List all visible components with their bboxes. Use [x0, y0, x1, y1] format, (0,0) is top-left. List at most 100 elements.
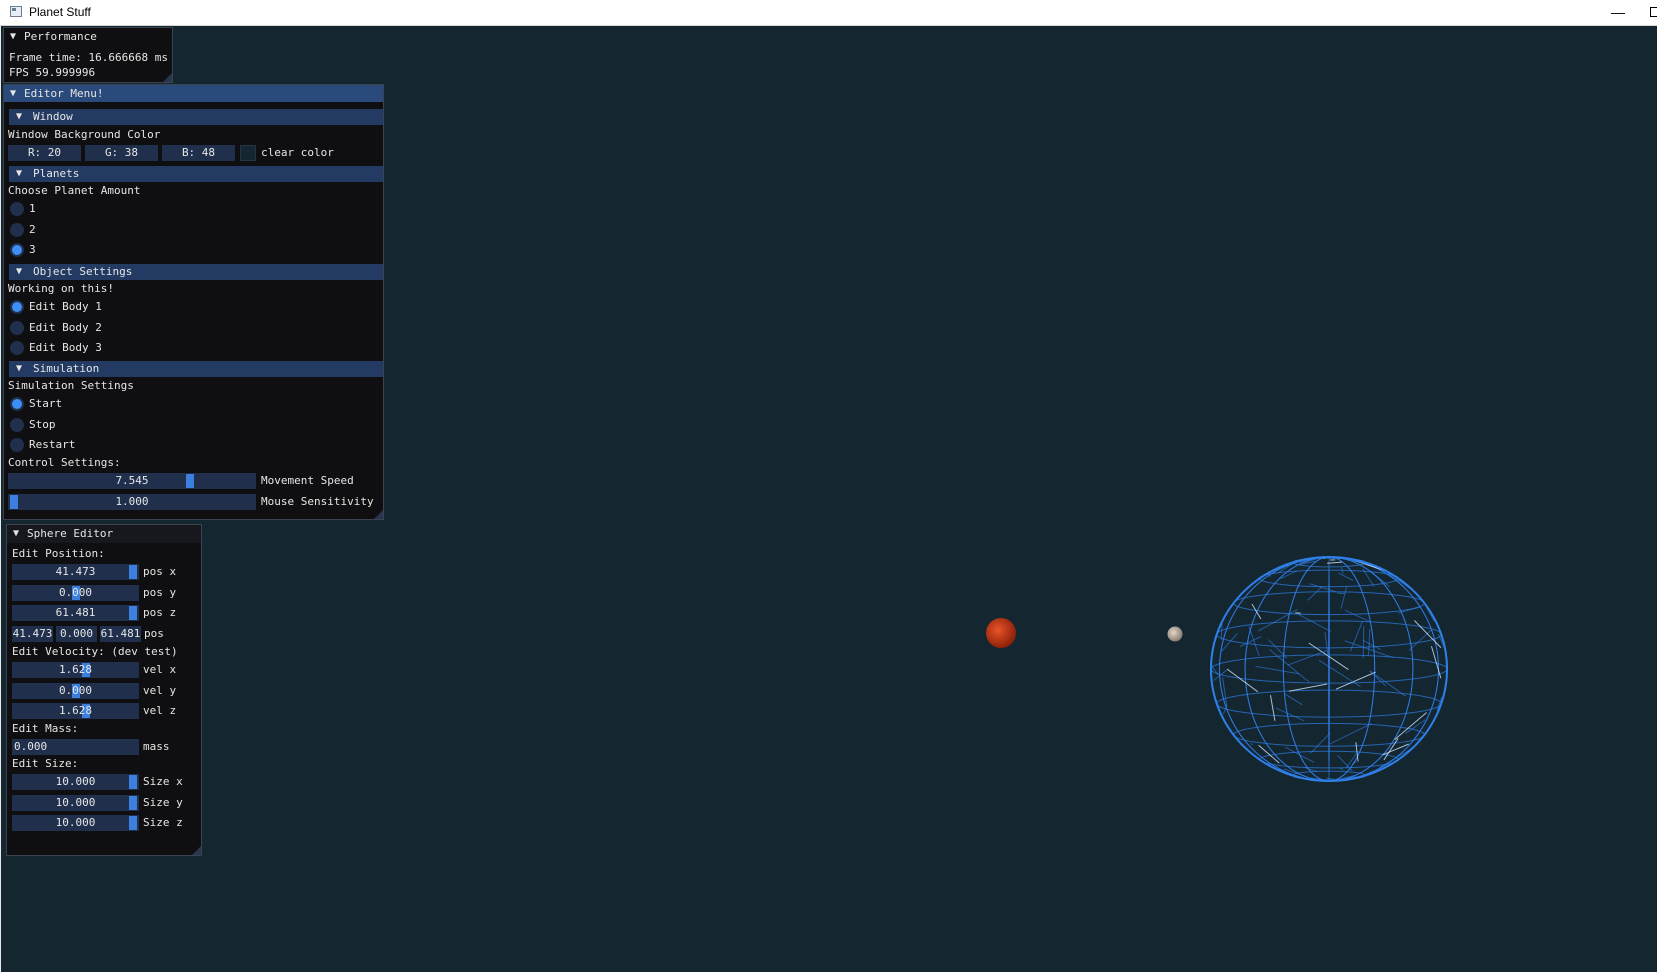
frame-time-text: Frame time: 16.666668 ms [9, 51, 168, 64]
planet-amount-radio-3[interactable] [10, 243, 24, 257]
size-z-label: Size z [143, 816, 183, 829]
size-x-label: Size x [143, 775, 183, 788]
vel-z-slider[interactable]: 1.628 [12, 703, 139, 719]
slider-grab[interactable] [10, 495, 18, 509]
editor-menu-header[interactable]: ▼ Editor Menu! [4, 85, 383, 102]
color-g-value: G: 38 [104, 146, 139, 159]
slider-grab[interactable] [186, 474, 194, 488]
color-b-input[interactable]: B: 48 [162, 145, 235, 161]
slider-grab[interactable] [129, 775, 137, 789]
edit-body-3-label: Edit Body 3 [29, 341, 102, 354]
section-planets-title: Planets [33, 167, 80, 180]
collapse-arrow-icon[interactable]: ▼ [10, 28, 16, 45]
color-r-value: R: 20 [27, 146, 62, 159]
edit-body-1-radio[interactable] [10, 300, 24, 314]
planet-amount-option-3: 3 [29, 243, 36, 256]
planet-amount-radio-1[interactable] [10, 202, 24, 216]
size-x-slider[interactable]: 10.000 [12, 774, 139, 790]
section-simulation[interactable]: ▼ Simulation [9, 361, 383, 377]
performance-title: Performance [24, 30, 97, 43]
edit-body-1-label: Edit Body 1 [29, 300, 102, 313]
sim-restart-radio[interactable] [10, 438, 24, 452]
clear-color-label: clear color [261, 146, 334, 159]
planet-amount-option-1: 1 [29, 202, 36, 215]
size-y-slider[interactable]: 10.000 [12, 795, 139, 811]
sphere-editor-header[interactable]: ▼ Sphere Editor [7, 525, 201, 543]
vel-z-value: 1.628 [58, 704, 93, 717]
pos-vec-y-input[interactable]: 0.000 [56, 626, 97, 642]
collapse-arrow-icon[interactable]: ▼ [10, 85, 16, 102]
resize-grip[interactable] [192, 846, 201, 855]
section-planets[interactable]: ▼ Planets [9, 166, 383, 182]
bg-color-label: Window Background Color [8, 128, 161, 141]
color-g-input[interactable]: G: 38 [85, 145, 158, 161]
sim-stop-label: Stop [29, 418, 56, 431]
sim-start-radio[interactable] [10, 397, 24, 411]
pos-x-value: 41.473 [55, 565, 96, 578]
resize-grip[interactable] [163, 73, 172, 82]
collapse-arrow-icon[interactable]: ▼ [16, 264, 22, 280]
editor-menu-title: Editor Menu! [24, 87, 104, 100]
size-z-slider[interactable]: 10.000 [12, 815, 139, 831]
pos-z-value: 61.481 [55, 606, 96, 619]
pos-vec-y-value: 0.000 [59, 627, 94, 640]
pos-vec-z-input[interactable]: 61.481 [100, 626, 141, 642]
mouse-sensitivity-label: Mouse Sensitivity [261, 495, 374, 508]
title-bar: Planet Stuff — [0, 0, 1657, 26]
edit-size-label: Edit Size: [12, 757, 79, 770]
planet-amount-radio-2[interactable] [10, 223, 24, 237]
movement-speed-slider[interactable]: 7.545 [8, 473, 256, 489]
slider-grab[interactable] [129, 796, 137, 810]
sim-stop-radio[interactable] [10, 418, 24, 432]
resize-grip[interactable] [374, 510, 383, 519]
editor-menu-window[interactable]: ▼ Editor Menu! ▼ Window Window Backgroun… [3, 84, 384, 520]
pos-vec-z-value: 61.481 [100, 627, 141, 640]
control-settings-label: Control Settings: [8, 456, 121, 469]
edit-mass-label: Edit Mass: [12, 722, 79, 735]
section-window[interactable]: ▼ Window [9, 109, 383, 125]
window-title: Planet Stuff [29, 5, 91, 19]
pos-vec-x-value: 41.473 [12, 627, 53, 640]
vel-y-label: vel y [143, 684, 177, 697]
pos-vec-x-input[interactable]: 41.473 [12, 626, 53, 642]
minimize-button[interactable]: — [1600, 0, 1636, 26]
pos-x-label: pos x [143, 565, 177, 578]
section-object-settings[interactable]: ▼ Object Settings [9, 264, 383, 280]
pos-x-slider[interactable]: 41.473 [12, 564, 139, 580]
maximize-button[interactable] [1650, 7, 1657, 17]
collapse-arrow-icon[interactable]: ▼ [16, 361, 22, 377]
mass-value: 0.000 [14, 740, 48, 753]
planet-amount-label: Choose Planet Amount [8, 184, 141, 197]
edit-position-label: Edit Position: [12, 547, 105, 560]
performance-window[interactable]: ▼ Performance Frame time: 16.666668 ms F… [3, 27, 173, 83]
performance-header[interactable]: ▼ Performance [4, 28, 172, 45]
mass-label: mass [143, 740, 170, 753]
mouse-sensitivity-slider[interactable]: 1.000 [8, 494, 256, 510]
pos-y-slider[interactable]: 0.000 [12, 585, 139, 601]
size-y-label: Size y [143, 796, 183, 809]
slider-grab[interactable] [129, 816, 137, 830]
edit-body-2-radio[interactable] [10, 321, 24, 335]
slider-grab[interactable] [129, 565, 137, 579]
section-simulation-title: Simulation [33, 362, 100, 375]
sphere-editor-title: Sphere Editor [27, 527, 114, 540]
pos-y-value: 0.000 [58, 586, 93, 599]
pos-y-label: pos y [143, 586, 177, 599]
sphere-editor-window[interactable]: ▼ Sphere Editor Edit Position: 41.473 po… [6, 524, 202, 856]
vel-y-value: 0.000 [58, 684, 93, 697]
vel-x-slider[interactable]: 1.628 [12, 662, 139, 678]
color-r-input[interactable]: R: 20 [8, 145, 81, 161]
collapse-arrow-icon[interactable]: ▼ [16, 109, 22, 125]
size-y-value: 10.000 [55, 796, 96, 809]
vel-y-slider[interactable]: 0.000 [12, 683, 139, 699]
collapse-arrow-icon[interactable]: ▼ [16, 166, 22, 182]
mass-input[interactable]: 0.000 [12, 739, 139, 755]
vel-x-value: 1.628 [58, 663, 93, 676]
edit-body-3-radio[interactable] [10, 341, 24, 355]
pos-z-slider[interactable]: 61.481 [12, 605, 139, 621]
color-b-value: B: 48 [181, 146, 216, 159]
slider-grab[interactable] [129, 606, 137, 620]
collapse-arrow-icon[interactable]: ▼ [13, 525, 19, 543]
clear-color-swatch[interactable] [240, 145, 256, 161]
planet-amount-option-2: 2 [29, 223, 36, 236]
